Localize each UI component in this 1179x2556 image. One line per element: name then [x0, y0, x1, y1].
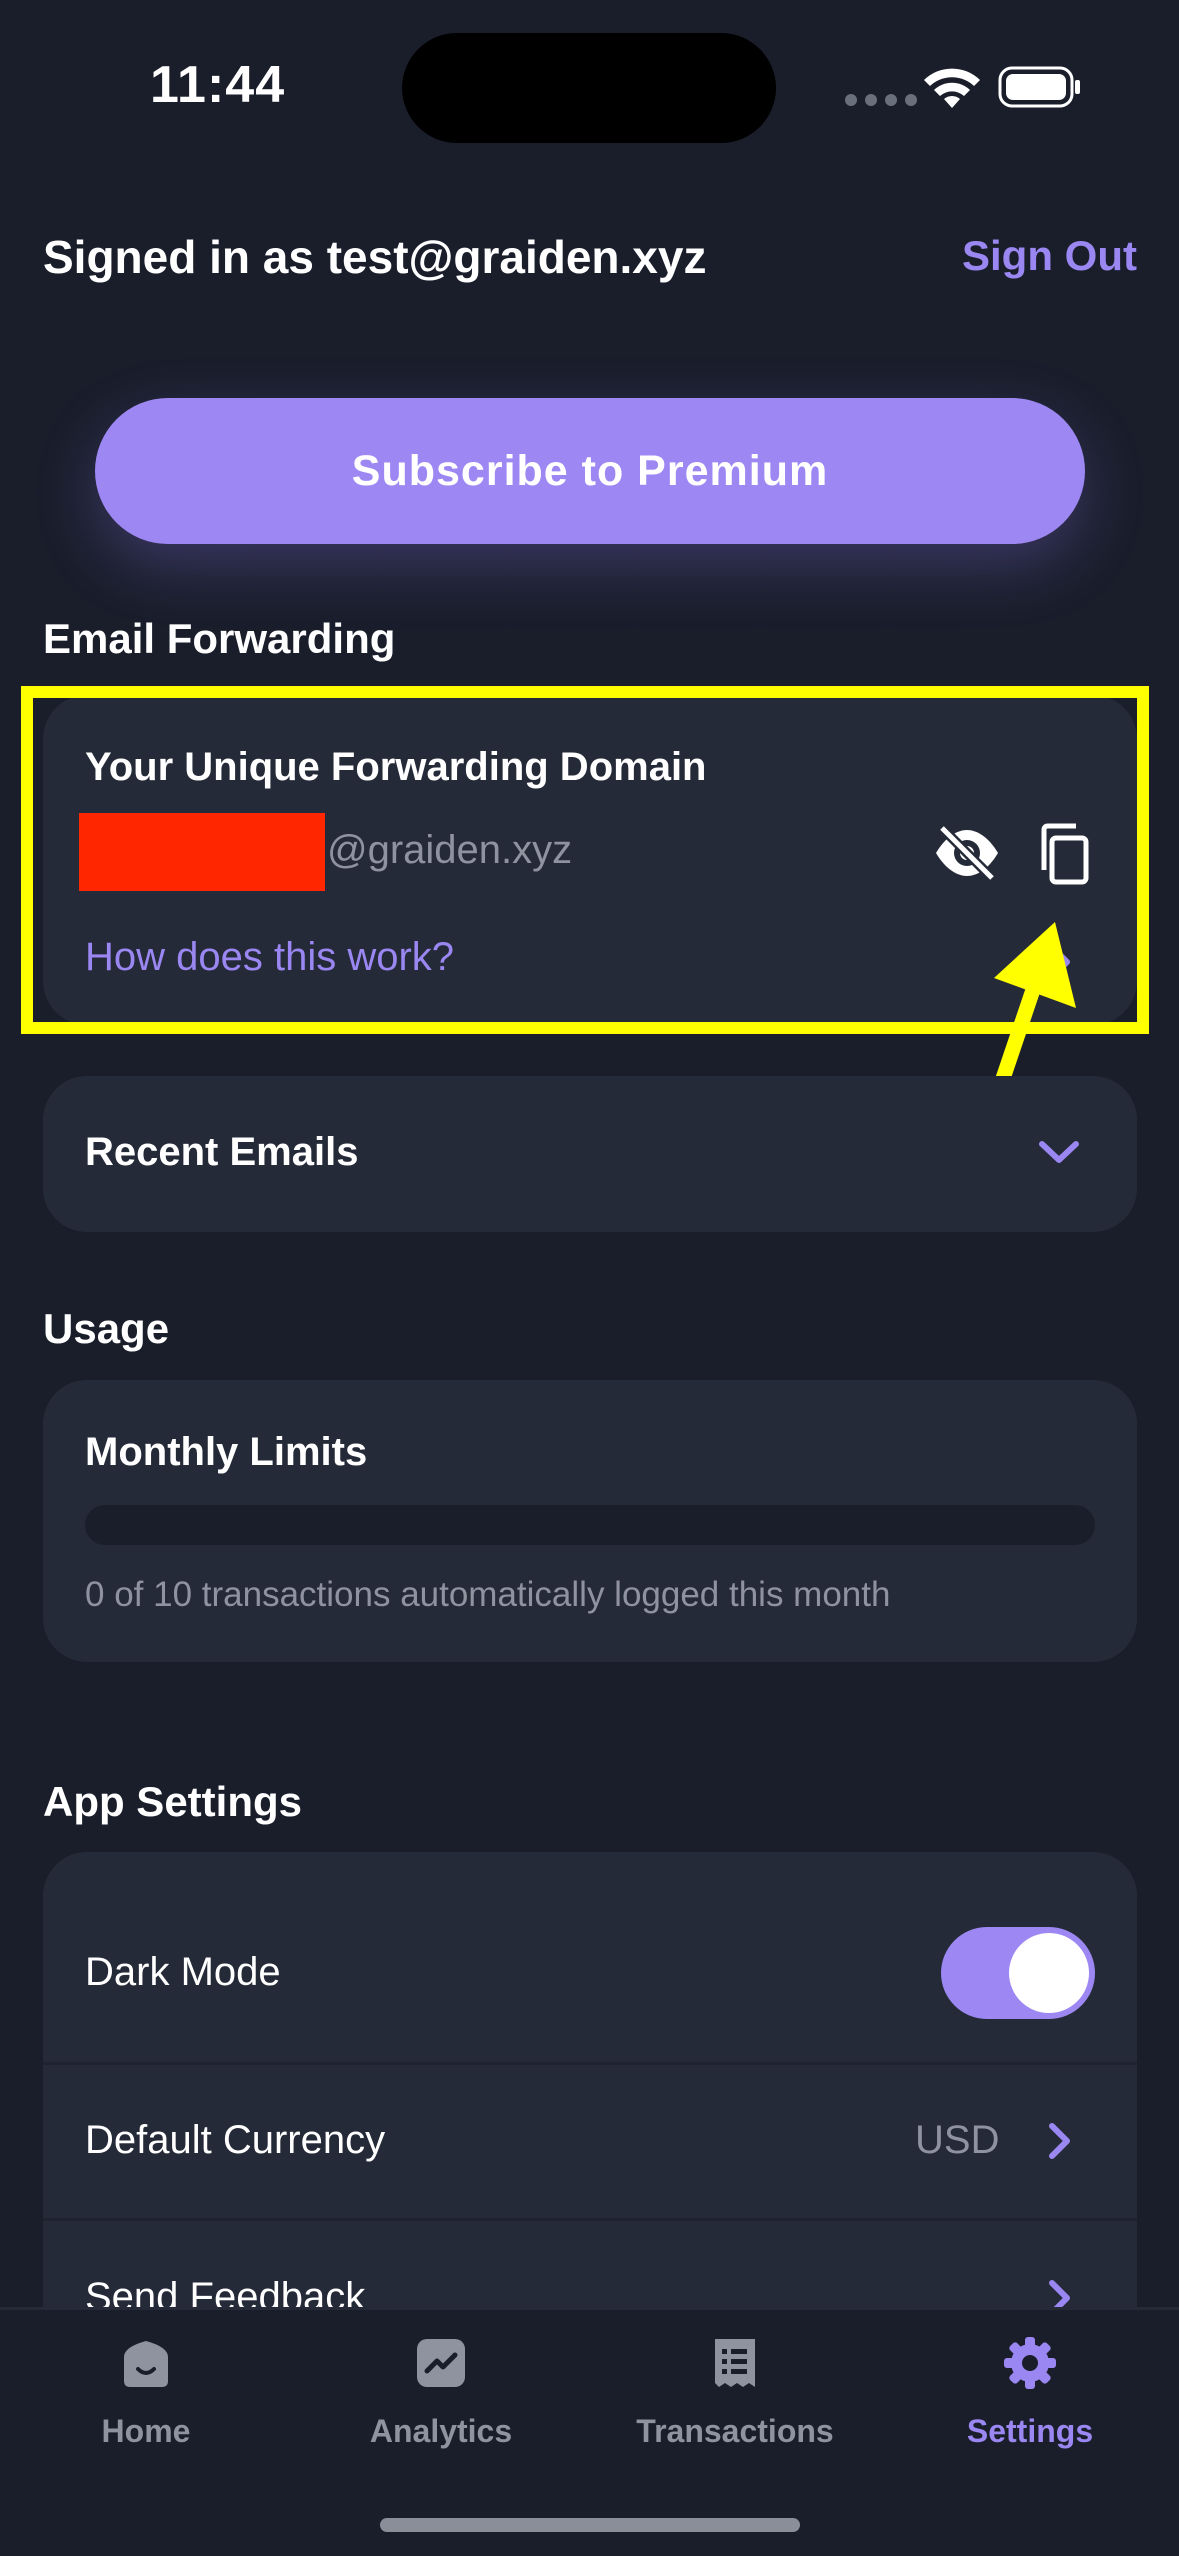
- gear-icon: [1004, 2337, 1056, 2389]
- usage-progress-bar: [85, 1505, 1095, 1545]
- signed-in-label: Signed in as test@graiden.xyz: [43, 231, 707, 283]
- tab-home[interactable]: Home: [16, 2335, 276, 2450]
- dark-mode-label: Dark Mode: [85, 1950, 281, 1994]
- status-time: 11:44: [150, 56, 286, 114]
- default-currency-label[interactable]: Default Currency: [85, 2118, 385, 2163]
- analytics-icon: [417, 2339, 465, 2387]
- tab-label-settings: Settings: [966, 2413, 1094, 2449]
- tab-label-home: Home: [101, 2413, 191, 2449]
- tab-settings[interactable]: Settings: [900, 2335, 1160, 2450]
- dynamic-island: [402, 33, 776, 143]
- usage-summary: 0 of 10 transactions automatically logge…: [85, 1575, 891, 1614]
- battery-icon: [998, 66, 1080, 108]
- divider: [43, 2218, 1137, 2221]
- chevron-right-icon[interactable]: [1046, 2120, 1074, 2162]
- tab-label-analytics: Analytics: [369, 2413, 513, 2449]
- tab-label-transactions: Transactions: [636, 2413, 834, 2449]
- tab-transactions[interactable]: Transactions: [605, 2335, 865, 2450]
- divider: [43, 2062, 1137, 2065]
- home-indicator[interactable]: [380, 2518, 800, 2532]
- wifi-icon: [924, 68, 980, 108]
- tab-analytics[interactable]: Analytics: [311, 2335, 571, 2450]
- transactions-icon: [715, 2339, 755, 2387]
- signal-icon: [845, 94, 917, 106]
- email-forwarding-heading: Email Forwarding: [43, 615, 396, 662]
- chevron-down-icon[interactable]: [1036, 1138, 1082, 1168]
- recent-emails-label: Recent Emails: [85, 1130, 359, 1174]
- usage-heading: Usage: [43, 1305, 170, 1352]
- subscribe-premium-button[interactable]: Subscribe to Premium: [95, 398, 1085, 544]
- app-settings-heading: App Settings: [43, 1778, 302, 1825]
- monthly-limits-title: Monthly Limits: [85, 1430, 368, 1474]
- home-icon: [124, 2341, 168, 2387]
- dark-mode-toggle[interactable]: [941, 1927, 1095, 2019]
- toggle-knob: [1009, 1933, 1089, 2013]
- sign-out-button[interactable]: Sign Out: [962, 232, 1137, 280]
- default-currency-value: USD: [915, 2118, 1000, 2162]
